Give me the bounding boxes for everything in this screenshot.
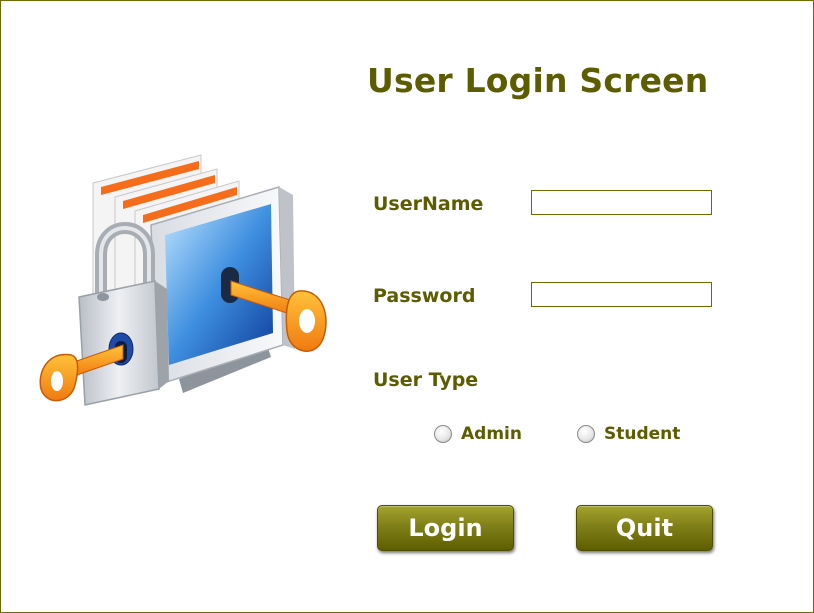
monitor-icon: [150, 186, 295, 393]
quit-button[interactable]: Quit: [576, 505, 713, 551]
radio-button-icon[interactable]: [434, 425, 452, 443]
security-illustration-icon: [39, 154, 327, 406]
user-type-label: User Type: [373, 369, 479, 391]
radio-student[interactable]: Student: [577, 424, 680, 444]
username-input[interactable]: [531, 190, 712, 215]
password-input[interactable]: [531, 282, 712, 307]
login-window: User Login Screen UserName Password User…: [0, 0, 814, 613]
page-title: User Login Screen: [367, 61, 709, 100]
radio-admin-label: Admin: [461, 424, 522, 444]
login-button[interactable]: Login: [377, 505, 514, 551]
radio-student-label: Student: [604, 424, 681, 444]
username-label: UserName: [373, 193, 484, 215]
radio-admin[interactable]: Admin: [434, 424, 522, 444]
password-label: Password: [373, 285, 476, 307]
radio-button-icon[interactable]: [577, 425, 595, 443]
